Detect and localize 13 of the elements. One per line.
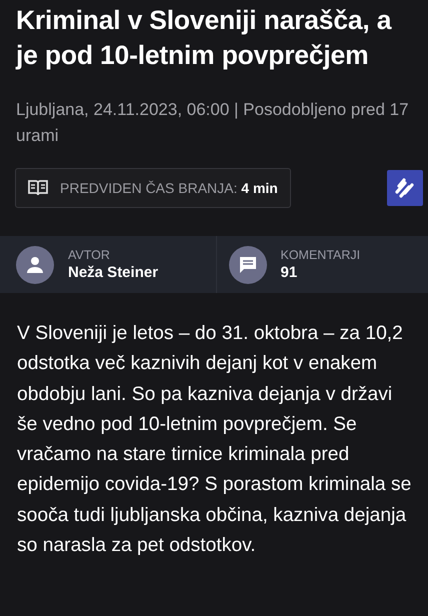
article-title: Kriminal v Sloveniji narašča, a je pod 10-letnim povprečjem [16, 4, 393, 72]
dateline: Ljubljana, 24.11.2023, 06:00 | Posodobljeno pred 17 urami [16, 99, 410, 147]
author-name[interactable]: Neža Steiner [68, 263, 158, 282]
comments-badge[interactable] [228, 246, 266, 284]
lead-paragraph: V Sloveniji je letos – do 31. oktobra – za 10,2 odstotka več kaznivih dejanj kot v enakem obdobju lani. So pa kazniva dejanja v državi še vedno pod 10-letnim povprečjem. Se vračamo na stare tirnice kriminala pred epidemijo covida-19? S porastom kriminala se sooča tudi ljubljanska občina, kazniva dejanja so narasla za pet odstotkov. [16, 322, 412, 558]
logo-button[interactable] [387, 170, 423, 206]
author-label: AVTOR [68, 247, 111, 263]
comments-label: KOMENTARJI [280, 247, 360, 263]
comment-icon [238, 256, 256, 274]
reading-time: PREDVIDEN ČAS BRANJA: 4 min [60, 180, 278, 196]
person-icon [26, 256, 44, 274]
comments-count[interactable]: 91 [280, 263, 360, 282]
book-icon [28, 180, 48, 196]
